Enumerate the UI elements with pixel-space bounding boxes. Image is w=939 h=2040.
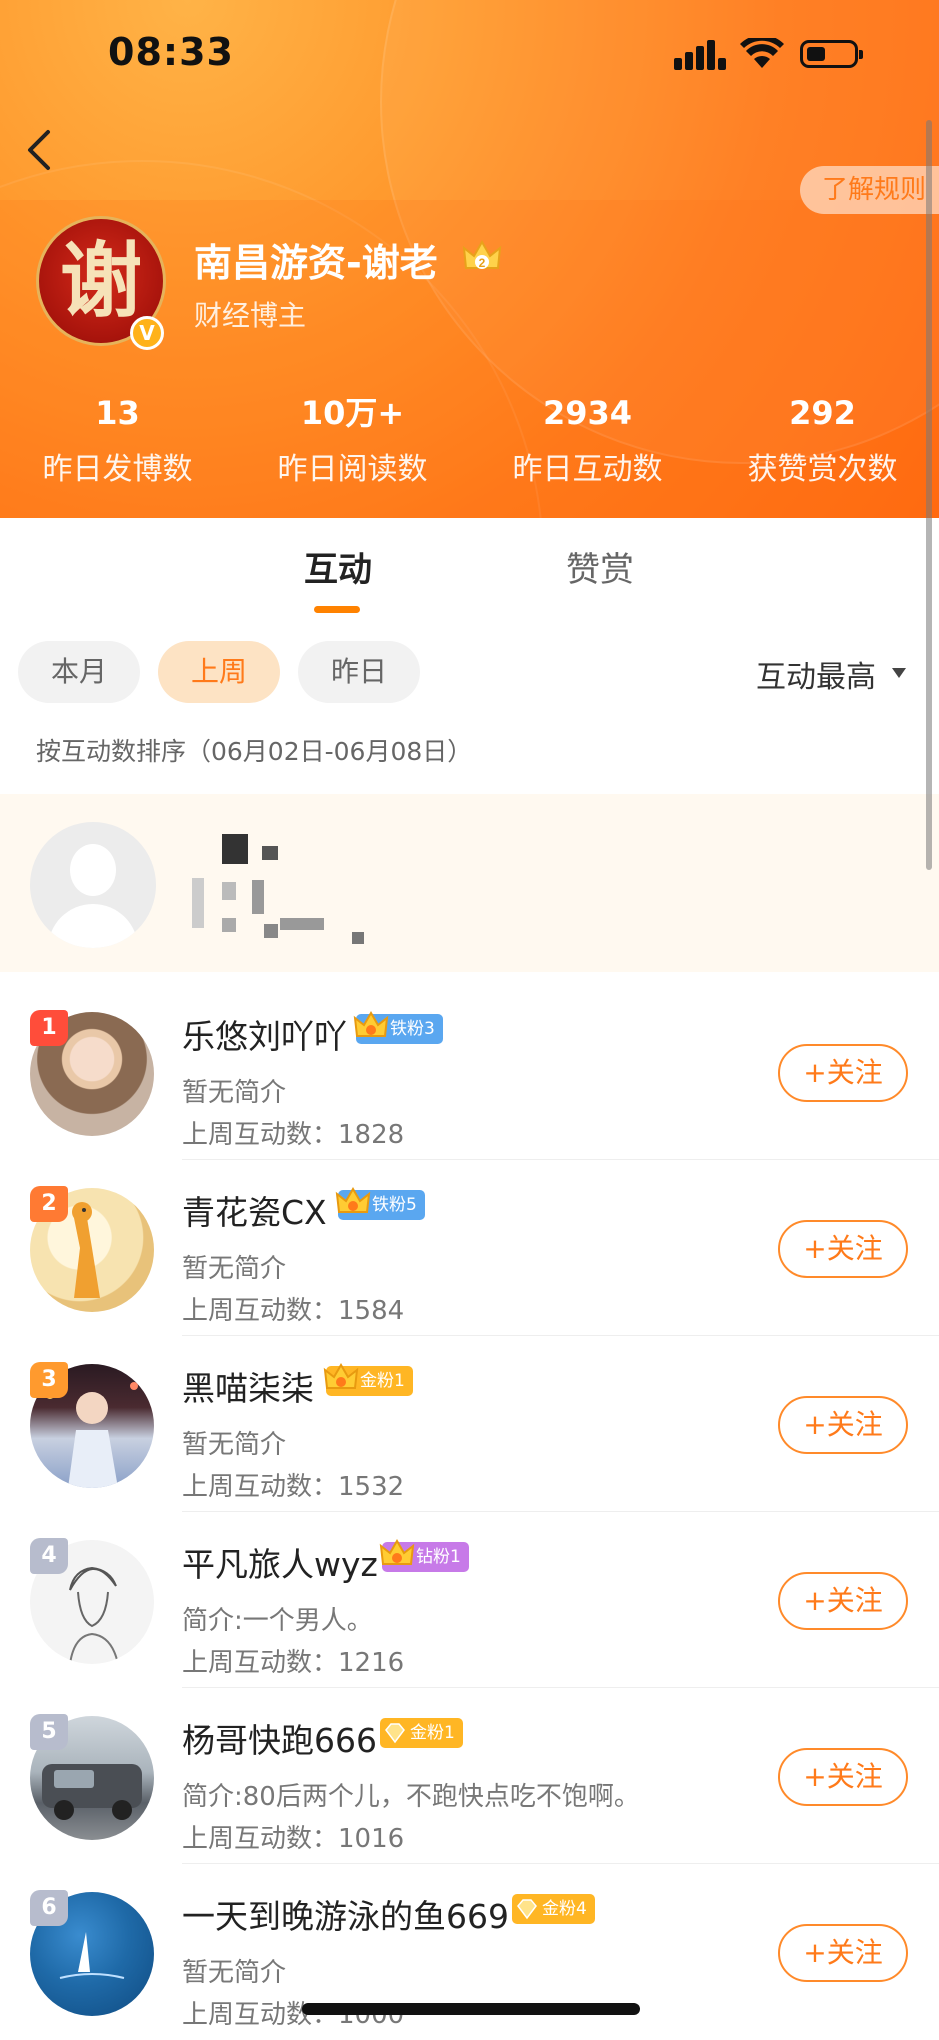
- gem-icon: [517, 1899, 537, 1920]
- fan-level-badge: 金粉1: [323, 1363, 413, 1396]
- crown-badge-icon: 2: [462, 239, 502, 270]
- date-range-note: 按互动数排序（06月02日-06月08日）: [36, 737, 473, 766]
- tab-active-indicator: [314, 606, 360, 613]
- dropdown-arrow-icon[interactable]: [892, 668, 906, 678]
- user-intro: 暂无简介: [182, 1078, 287, 1108]
- fan-badge-label: 金粉4: [542, 1899, 587, 1919]
- follow-button[interactable]: +关注: [778, 1748, 908, 1806]
- rank-badge: 4: [30, 1538, 68, 1574]
- list-item[interactable]: 3 黑喵柒柒 金粉1 暂无简介 上周互动数：1532 +关注: [0, 1336, 939, 1512]
- user-name[interactable]: 乐悠刘吖吖: [182, 1010, 347, 1058]
- user-intro: 暂无简介: [182, 1958, 287, 1988]
- user-intro: 简介:80后两个儿，不跑快点吃不饱啊。: [182, 1782, 640, 1812]
- profile-header: 08:33 了解规则 谢 V 南昌游资-谢老 2 财经博主 13 昨日发博数 1…: [0, 0, 939, 518]
- scrollbar[interactable]: [926, 120, 932, 870]
- fan-badge-label: 铁粉3: [390, 1019, 435, 1039]
- interaction-count: 上周互动数：1828: [182, 1120, 405, 1150]
- rank-badge: 2: [30, 1186, 68, 1222]
- user-name[interactable]: 青花瓷CX: [182, 1186, 327, 1234]
- interaction-count: 上周互动数：1016: [182, 1824, 405, 1854]
- user-intro: 暂无简介: [182, 1254, 287, 1284]
- user-name[interactable]: 杨哥快跑666: [182, 1714, 377, 1762]
- default-avatar-icon: [30, 822, 156, 948]
- stat-reads: 10万+ 昨日阅读数: [235, 390, 470, 488]
- follow-button[interactable]: +关注: [778, 1396, 908, 1454]
- fan-level-badge: 铁粉5: [335, 1187, 425, 1220]
- follow-button[interactable]: +关注: [778, 1220, 908, 1278]
- fan-badge-label: 钻粉1: [416, 1547, 461, 1567]
- filter-chip-yesterday[interactable]: 昨日: [298, 641, 420, 703]
- stat-value: 13: [95, 394, 140, 432]
- home-indicator[interactable]: [302, 2003, 640, 2015]
- verified-v-icon: V: [130, 316, 164, 350]
- follow-button[interactable]: +关注: [778, 1572, 908, 1630]
- svg-text:2: 2: [479, 256, 486, 270]
- rank-badge: 3: [30, 1362, 68, 1398]
- stat-label: 昨日阅读数: [277, 452, 428, 487]
- gem-icon: [385, 1723, 405, 1744]
- rank-badge: 1: [30, 1010, 68, 1046]
- pixelated-text: [222, 834, 248, 864]
- filter-chip-last-week[interactable]: 上周: [158, 641, 280, 703]
- follow-button[interactable]: +关注: [778, 1044, 908, 1102]
- interaction-count: 上周互动数：1216: [182, 1648, 405, 1678]
- list-item[interactable]: 2 青花瓷CX 铁粉5 暂无简介 上周互动数：1584 +关注: [0, 1160, 939, 1336]
- crown-icon: [335, 1187, 371, 1213]
- stat-label: 昨日互动数: [512, 452, 663, 487]
- my-rank-row: [0, 794, 939, 972]
- stat-posts: 13 昨日发博数: [0, 390, 235, 488]
- cellular-signal-icon: [674, 36, 726, 70]
- stat-label: 获赞赏次数: [747, 452, 898, 487]
- list-item[interactable]: 1 乐悠刘吖吖 铁粉3 暂无简介 上周互动数：1828 +关注: [0, 984, 939, 1160]
- crown-icon: [323, 1363, 359, 1389]
- crown-icon: [379, 1539, 415, 1565]
- user-intro: 简介:一个男人。: [182, 1606, 373, 1636]
- profile-name: 南昌游资-谢老: [194, 241, 438, 285]
- fan-badge-label: 金粉1: [360, 1371, 405, 1391]
- fan-badge-label: 铁粉5: [372, 1195, 417, 1215]
- stat-value: 292: [789, 394, 856, 432]
- user-name[interactable]: 平凡旅人wyz: [182, 1538, 378, 1586]
- profile-subtitle: 财经博主: [194, 299, 307, 332]
- user-name[interactable]: 黑喵柒柒: [182, 1362, 314, 1410]
- status-time: 08:33: [108, 30, 234, 74]
- filter-chip-month[interactable]: 本月: [18, 641, 140, 703]
- list-item[interactable]: 4 平凡旅人wyz 钻粉1 简介:一个男人。 上周互动数：1216 +关注: [0, 1512, 939, 1688]
- follow-button[interactable]: +关注: [778, 1924, 908, 1982]
- list-item[interactable]: 5 杨哥快跑666 金粉1 简介:80后两个儿，不跑快点吃不饱啊。 上周互动数：…: [0, 1688, 939, 1864]
- user-intro: 暂无简介: [182, 1430, 287, 1460]
- status-icons: [674, 36, 874, 76]
- fan-level-badge: 金粉4: [512, 1894, 595, 1924]
- stat-value: 2934: [542, 394, 633, 432]
- rank-badge: 5: [30, 1714, 68, 1750]
- stat-value: 10万+: [300, 394, 405, 432]
- stats-row: 13 昨日发博数 10万+ 昨日阅读数 2934 昨日互动数 292 获赞赏次数: [0, 390, 939, 490]
- user-name[interactable]: 一天到晚游泳的鱼669: [182, 1890, 509, 1938]
- crown-icon: [353, 1011, 389, 1037]
- back-arrow-icon[interactable]: [20, 128, 64, 172]
- fan-badge-label: 金粉1: [410, 1723, 455, 1743]
- battery-icon: [800, 40, 863, 68]
- fan-level-badge: 铁粉3: [353, 1011, 443, 1044]
- tab-interaction[interactable]: 互动: [304, 542, 372, 591]
- learn-rules-button[interactable]: 了解规则: [800, 166, 939, 214]
- stat-tips: 292 获赞赏次数: [705, 390, 939, 488]
- stat-label: 昨日发博数: [42, 452, 193, 487]
- wifi-icon: [740, 38, 784, 68]
- tab-bar: 互动 赞赏: [0, 518, 939, 618]
- sort-dropdown[interactable]: 互动最高: [756, 652, 876, 696]
- fan-level-badge: 金粉1: [380, 1718, 463, 1748]
- fan-level-badge: 钻粉1: [379, 1539, 469, 1572]
- interaction-count: 上周互动数：1532: [182, 1472, 405, 1502]
- stat-interactions: 2934 昨日互动数: [470, 390, 705, 488]
- interaction-count: 上周互动数：1584: [182, 1296, 405, 1326]
- rank-badge: 6: [30, 1890, 68, 1926]
- tab-tips[interactable]: 赞赏: [566, 542, 634, 591]
